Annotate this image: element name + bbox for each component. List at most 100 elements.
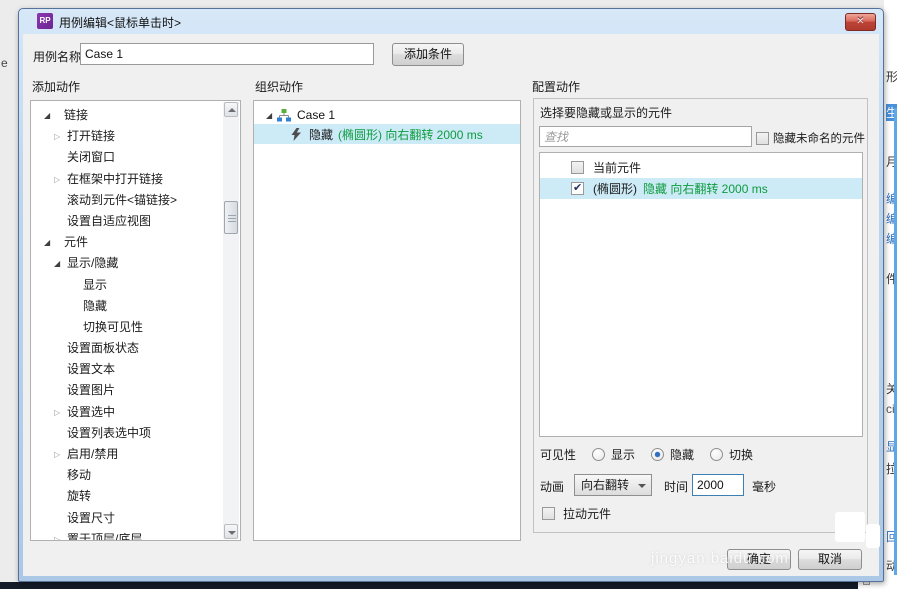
select-widget-label: 选择要隐藏或显示的元件 [540,104,672,121]
tree-item[interactable]: 设置尺寸 [31,508,240,529]
ok-button[interactable]: 确定 [727,549,791,570]
tree-item[interactable]: 旋转 [31,486,240,507]
tree-item[interactable]: 链接 [31,105,240,126]
visibility-radio[interactable]: 切换 [710,446,753,463]
tree-item[interactable]: 显示 [31,275,240,296]
tree-item[interactable]: 隐藏 [31,296,240,317]
tree-item-label: 链接 [64,108,88,122]
radio-icon[interactable] [651,448,664,461]
expand-arrow-icon[interactable] [54,169,64,190]
add-actions-header: 添加动作 [32,78,80,95]
tree-item-label: 旋转 [67,489,91,503]
time-label: 时间 [664,478,688,495]
widget-action-detail: 隐藏 向右翻转 2000 ms [643,180,768,197]
title-bar[interactable]: RP 用例编辑<鼠标单击时> ✕ [19,9,883,34]
case-tree-node[interactable]: ◢ Case 1 [254,106,520,124]
tree-item[interactable]: 设置列表选中项 [31,423,240,444]
expand-arrow-icon[interactable] [54,444,64,465]
tree-item-label: 置于顶层/底层 [67,532,142,540]
tree-item[interactable]: 设置文本 [31,359,240,380]
visibility-options: 显示 隐藏 切换 [592,446,769,463]
tree-item[interactable]: 切换可见性 [31,317,240,338]
scroll-thumb[interactable] [224,201,238,234]
tree-item-label: 关闭窗口 [67,150,115,164]
tree-item-label: 启用/禁用 [67,447,118,461]
bring-with-checkbox[interactable] [542,507,555,520]
tree-item[interactable]: 设置选中 [31,402,240,423]
expand-arrow-icon[interactable] [54,529,64,540]
tree-item-label: 设置选中 [67,405,115,419]
widget-checkbox[interactable] [571,161,584,174]
close-button[interactable]: ✕ [845,13,876,31]
organize-actions-header: 组织动作 [255,78,303,95]
expand-arrow-icon[interactable] [54,253,64,274]
time-input[interactable] [692,474,744,496]
bring-with-option[interactable]: 拉动元件 [542,505,611,522]
tree-item[interactable]: 启用/禁用 [31,444,240,465]
add-condition-button[interactable]: 添加条件 [392,43,464,66]
hide-unnamed-option[interactable]: 隐藏未命名的元件 [756,130,865,146]
sitemap-icon [277,109,291,122]
scroll-up-button[interactable] [224,102,238,117]
tree-item-label: 显示 [83,278,107,292]
overlay-patch [866,524,880,548]
tree-item[interactable]: 在框架中打开链接 [31,169,240,190]
action-name: 隐藏 [309,126,333,143]
widget-label: 当前元件 [593,159,641,176]
tree-item[interactable]: 设置图片 [31,380,240,401]
tree-item-label: 元件 [64,235,88,249]
tree-item[interactable]: 元件 [31,232,240,253]
tree-item[interactable]: 滚动到元件<锚链接> [31,190,240,211]
dialog-title: 用例编辑<鼠标单击时> [59,14,181,31]
expand-arrow-icon[interactable]: ◢ [266,111,277,120]
expand-arrow-icon[interactable] [54,402,64,423]
chevron-down-icon [638,484,646,488]
widget-label: (椭圆形) [593,180,637,197]
visibility-radio[interactable]: 隐藏 [651,446,694,463]
action-item-selected[interactable]: 隐藏 (椭圆形) 向右翻转 2000 ms [254,124,520,144]
tree-item-label: 移动 [67,468,91,482]
hide-unnamed-label: 隐藏未命名的元件 [773,130,865,146]
lightning-icon [291,128,302,141]
visibility-label: 可见性 [540,446,576,463]
widget-list-item[interactable]: (椭圆形) 隐藏 向右翻转 2000 ms [540,178,862,199]
tree-item[interactable]: 打开链接 [31,126,240,147]
radio-icon[interactable] [710,448,723,461]
tree-item-label: 显示/隐藏 [67,256,118,270]
tree-item-label: 设置列表选中项 [67,426,151,440]
radio-icon[interactable] [592,448,605,461]
case-name-input[interactable] [80,43,374,65]
widget-checkbox[interactable] [571,182,584,195]
expand-arrow-icon[interactable] [54,126,64,147]
background-text-fragment: e [1,56,8,70]
tree-item[interactable]: 移动 [31,465,240,486]
add-actions-list: 链接 打开链接 关闭窗口 在框架中打开链接 滚动到元件<锚链接> 设置自适应视图… [30,100,241,541]
cancel-button[interactable]: 取消 [798,549,862,570]
visibility-row: 可见性 显示 隐藏 切换 [540,446,769,463]
scrollbar[interactable] [223,102,239,539]
visibility-radio[interactable]: 显示 [592,446,635,463]
case-editor-dialog: RP 用例编辑<鼠标单击时> ✕ 用例名称 添加条件 添加动作 组织动作 配置动… [18,8,884,582]
tree-item[interactable]: 设置自适应视图 [31,211,240,232]
hide-unnamed-checkbox[interactable] [756,132,769,145]
organize-actions-list: ◢ Case 1 隐藏 (椭圆形) 向右翻转 2000 ms [253,100,521,541]
animation-label: 动画 [540,478,564,495]
tree-item-label: 打开链接 [67,129,115,143]
animation-select[interactable]: 向右翻转 [574,474,652,496]
configure-actions-header: 配置动作 [532,78,580,95]
tree-item[interactable]: 设置面板状态 [31,338,240,359]
tree-item[interactable]: 置于顶层/底层 [31,529,240,540]
scroll-down-button[interactable] [224,524,238,539]
widget-list-item[interactable]: 当前元件 [540,157,862,178]
overlay-patch [835,512,865,542]
widget-search-input[interactable] [539,126,752,147]
configure-actions-panel: 选择要隐藏或显示的元件 隐藏未命名的元件 当前元件 (椭圆形) 隐藏 向右翻转 … [533,98,868,533]
tree-item-label: 切换可见性 [83,320,143,334]
tree-item[interactable]: 显示/隐藏 [31,253,240,274]
expand-arrow-icon[interactable] [44,105,54,126]
expand-arrow-icon[interactable] [44,232,54,253]
case-name-label: 用例名称 [33,48,81,65]
dialog-body: 用例名称 添加条件 添加动作 组织动作 配置动作 链接 打开链接 关闭窗口 在框… [23,34,879,576]
tree-item[interactable]: 关闭窗口 [31,147,240,168]
widget-list: 当前元件 (椭圆形) 隐藏 向右翻转 2000 ms [539,152,863,437]
